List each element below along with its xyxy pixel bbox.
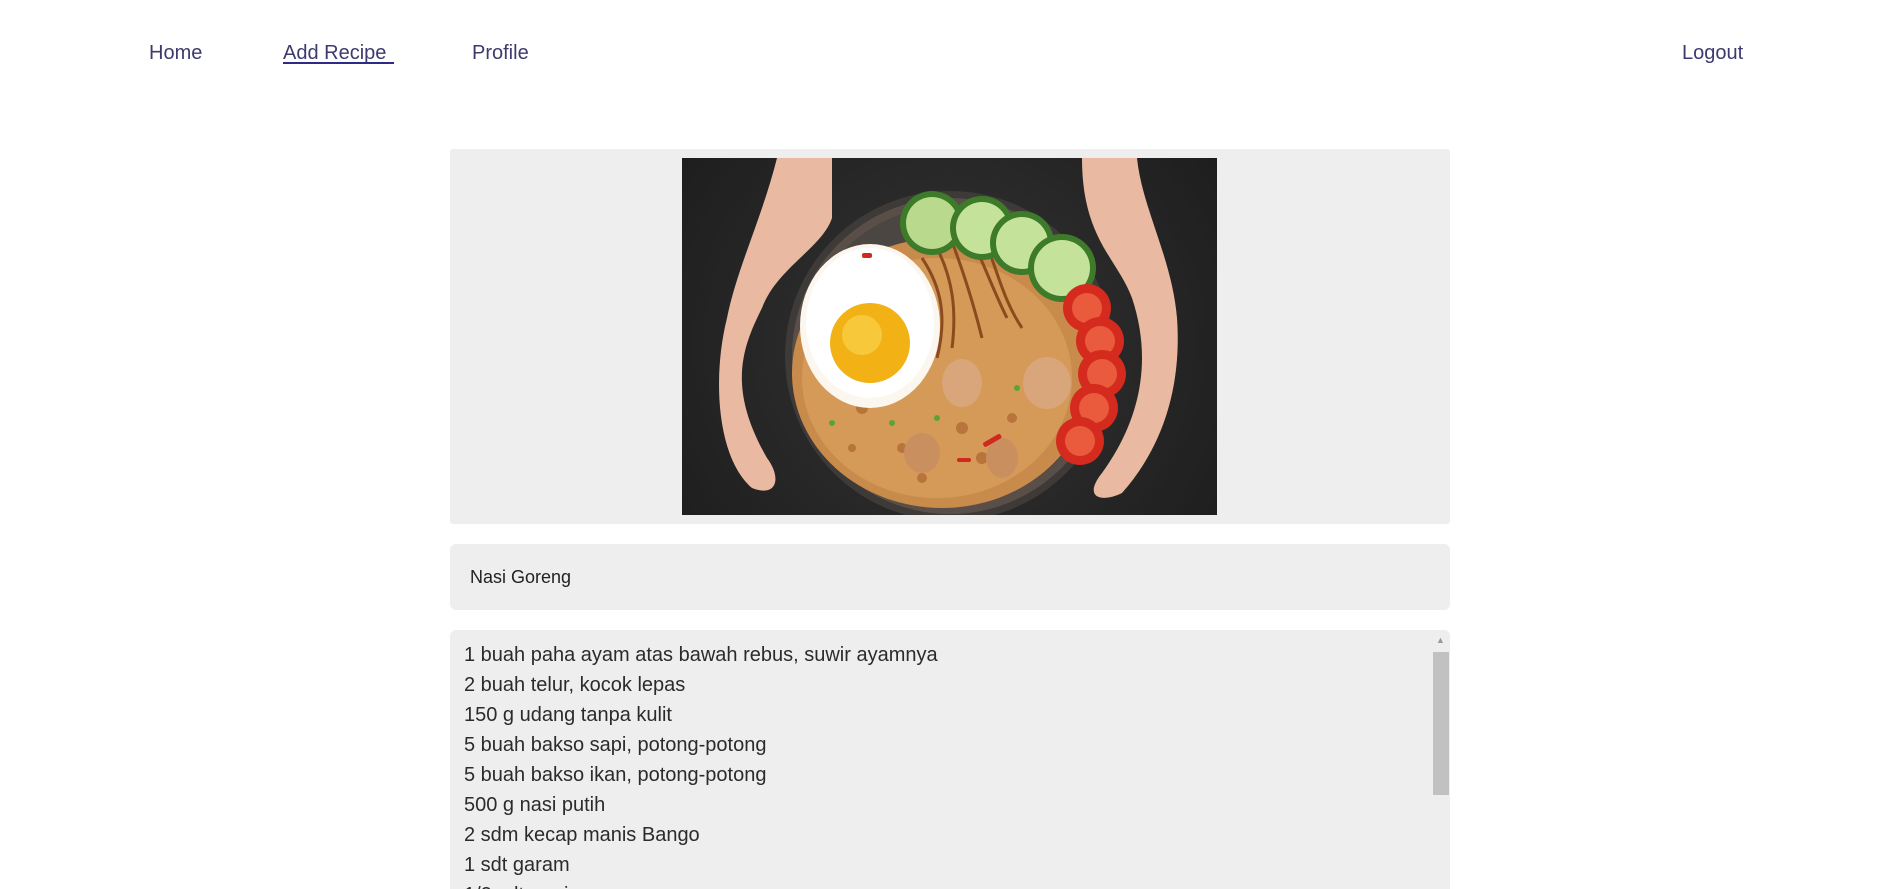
ingredients-text: 1 buah paha ayam atas bawah rebus, suwir…: [464, 644, 938, 889]
recipe-image-card: [450, 149, 1450, 524]
triangle-up-icon[interactable]: ▲: [1431, 634, 1450, 646]
recipe-title-input[interactable]: [450, 544, 1450, 610]
food-illustration: [719, 158, 1178, 515]
nav-profile-link[interactable]: Profile: [472, 41, 529, 65]
top-nav: Home Add Recipe Profile Logout: [0, 0, 1900, 106]
scrollbar-thumb[interactable]: [1433, 652, 1449, 795]
recipe-photo[interactable]: [682, 158, 1217, 515]
ingredients-textarea[interactable]: 1 buah paha ayam atas bawah rebus, suwir…: [450, 630, 1450, 889]
nav-add-recipe-label: Add Recipe: [283, 42, 387, 64]
nav-logout-link[interactable]: Logout: [1682, 41, 1743, 65]
active-underline: [283, 62, 395, 64]
ingredients-scrollbar[interactable]: ▲: [1431, 630, 1450, 889]
nav-home-link[interactable]: Home: [149, 41, 202, 65]
nav-add-recipe-link[interactable]: Add Recipe: [283, 41, 395, 65]
